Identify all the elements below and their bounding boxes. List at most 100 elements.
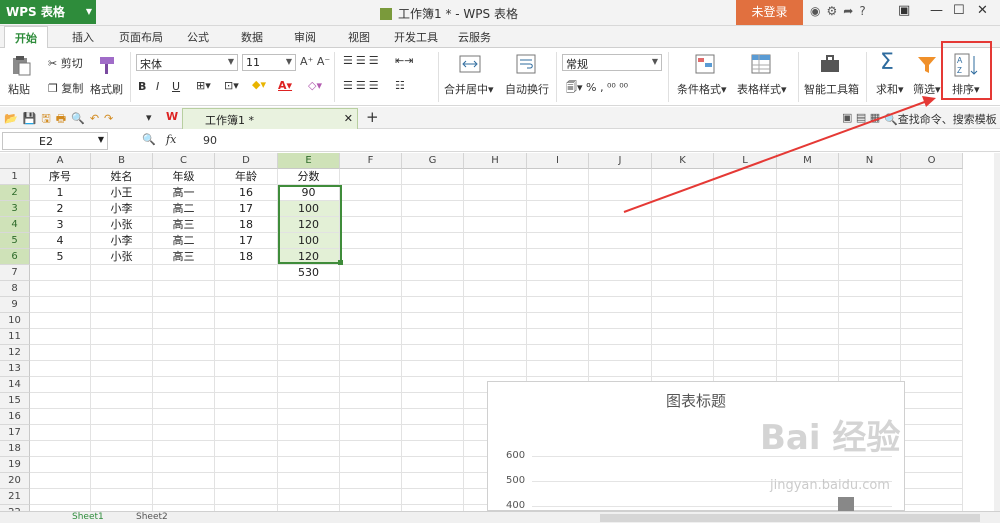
grid-cell[interactable] xyxy=(839,169,901,185)
tab-review[interactable]: 审阅 xyxy=(294,29,316,45)
toolbox-icon[interactable] xyxy=(818,53,842,75)
grid-cell[interactable] xyxy=(278,377,340,393)
column-header[interactable]: N xyxy=(839,153,901,169)
grid-cell[interactable] xyxy=(901,249,963,265)
grid-cell[interactable] xyxy=(402,249,464,265)
grid-cell[interactable] xyxy=(278,425,340,441)
grid-cell[interactable] xyxy=(901,281,963,297)
grid-cell[interactable] xyxy=(402,377,464,393)
grid-cell[interactable]: 18 xyxy=(215,217,278,233)
grid-cell[interactable] xyxy=(652,345,714,361)
grid-cell[interactable] xyxy=(153,457,215,473)
row-header[interactable]: 18 xyxy=(0,441,30,457)
sigma-icon[interactable]: Σ xyxy=(880,50,894,75)
grid-cell[interactable] xyxy=(901,473,963,489)
grid-cell[interactable]: 小李 xyxy=(91,233,153,249)
sheet-tab[interactable]: Sheet2 xyxy=(136,512,168,522)
grid-cell[interactable] xyxy=(278,457,340,473)
grid-cell[interactable] xyxy=(652,217,714,233)
grid-cell[interactable] xyxy=(589,281,652,297)
grid-cell[interactable] xyxy=(901,457,963,473)
grid-cell[interactable] xyxy=(589,329,652,345)
font-size-select[interactable]: 11 ▼ xyxy=(242,54,296,71)
grid-cell[interactable] xyxy=(652,249,714,265)
grid-cell[interactable] xyxy=(527,297,589,313)
minimize-icon[interactable]: — xyxy=(930,3,943,18)
grid-cell[interactable] xyxy=(278,361,340,377)
grid-cell[interactable] xyxy=(153,345,215,361)
wrap-text-icon[interactable] xyxy=(515,53,537,75)
copy-button[interactable]: ❐ 复制 xyxy=(48,80,83,96)
grid-cell[interactable] xyxy=(91,265,153,281)
row-header[interactable]: 12 xyxy=(0,345,30,361)
merge-center-button[interactable]: 合并居中▾ xyxy=(444,81,494,97)
grid-cell[interactable] xyxy=(402,409,464,425)
grid-cell[interactable] xyxy=(153,425,215,441)
row-header[interactable]: 7 xyxy=(0,265,30,281)
quick-access-icons[interactable]: 📂💾🖫🖶🔍↶↷ xyxy=(4,110,118,129)
cut-button[interactable]: ✂ 剪切 xyxy=(48,55,83,71)
grid-cell[interactable] xyxy=(91,281,153,297)
grid-cell[interactable] xyxy=(901,169,963,185)
row-header[interactable]: 21 xyxy=(0,489,30,505)
fill-handle[interactable] xyxy=(338,260,343,265)
formula-input[interactable]: 90 xyxy=(203,134,217,147)
grid-cell[interactable] xyxy=(777,249,839,265)
row-header[interactable]: 1 xyxy=(0,169,30,185)
row-header[interactable]: 6 xyxy=(0,249,30,265)
grid-cell[interactable] xyxy=(30,345,91,361)
conditional-format-icon[interactable] xyxy=(694,53,716,75)
grid-cell[interactable] xyxy=(153,409,215,425)
grid-cell[interactable] xyxy=(714,361,777,377)
vertical-scrollbar[interactable] xyxy=(994,153,1000,511)
grid-cell[interactable] xyxy=(402,185,464,201)
grid-cell[interactable] xyxy=(839,217,901,233)
grid-cell[interactable] xyxy=(402,169,464,185)
grid-cell[interactable] xyxy=(527,169,589,185)
grid-cell[interactable] xyxy=(901,217,963,233)
grid-cell[interactable] xyxy=(153,361,215,377)
grid-cell[interactable] xyxy=(901,377,963,393)
grid-cell[interactable] xyxy=(30,457,91,473)
grid-cell[interactable]: 5 xyxy=(30,249,91,265)
format-painter-button[interactable]: 格式刷 xyxy=(90,81,123,97)
grid-cell[interactable] xyxy=(215,377,278,393)
row-header[interactable]: 13 xyxy=(0,361,30,377)
row-header[interactable]: 4 xyxy=(0,217,30,233)
maximize-icon[interactable]: ☐ xyxy=(953,3,965,18)
zoom-icon[interactable]: 🔍 xyxy=(142,133,156,146)
grid-cell[interactable] xyxy=(527,281,589,297)
row-header[interactable]: 19 xyxy=(0,457,30,473)
grid-cell[interactable] xyxy=(714,233,777,249)
grid-cell[interactable] xyxy=(340,329,402,345)
grid-cell[interactable]: 小张 xyxy=(91,249,153,265)
bold-button[interactable]: B xyxy=(138,80,146,93)
grid-cell[interactable] xyxy=(464,249,527,265)
skin-icon[interactable]: ◉ xyxy=(810,4,826,18)
grid-cell[interactable] xyxy=(278,313,340,329)
grid-cell[interactable] xyxy=(652,185,714,201)
merge-icon[interactable]: ⊡▾ xyxy=(224,79,239,92)
grid-cell[interactable] xyxy=(777,217,839,233)
grid-cell[interactable]: 2 xyxy=(30,201,91,217)
grid-cell[interactable] xyxy=(91,473,153,489)
grid-cell[interactable] xyxy=(30,473,91,489)
grid-cell[interactable]: 小李 xyxy=(91,201,153,217)
grid-cell[interactable]: 序号 xyxy=(30,169,91,185)
grid-cell[interactable] xyxy=(215,265,278,281)
grid-cell[interactable] xyxy=(402,265,464,281)
grid-cell[interactable] xyxy=(652,265,714,281)
grid-cell[interactable] xyxy=(340,441,402,457)
grid-cell[interactable] xyxy=(464,265,527,281)
grid-cell[interactable] xyxy=(153,489,215,505)
grid-cell[interactable] xyxy=(30,281,91,297)
grid-cell[interactable] xyxy=(589,233,652,249)
grid-cell[interactable] xyxy=(340,201,402,217)
grid-cell[interactable] xyxy=(901,185,963,201)
paste-button[interactable]: 粘贴 xyxy=(8,81,30,97)
grid-cell[interactable] xyxy=(839,313,901,329)
grid-cell[interactable] xyxy=(402,425,464,441)
grid-cell[interactable] xyxy=(589,313,652,329)
grid-cell[interactable] xyxy=(589,265,652,281)
grid-cell[interactable]: 年龄 xyxy=(215,169,278,185)
